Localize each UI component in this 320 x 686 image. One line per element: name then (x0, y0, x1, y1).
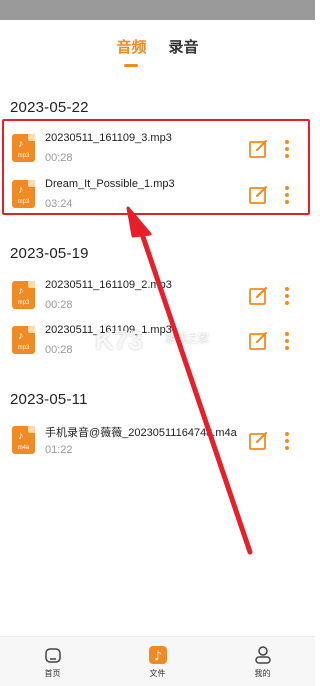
more-vert-icon[interactable] (282, 285, 292, 307)
list-item[interactable]: ♪ mp3 20230511_161109_1.mp3 00:28 (0, 318, 315, 370)
edit-icon[interactable] (249, 431, 268, 450)
nav-label: 首页 (44, 669, 61, 678)
edit-icon[interactable] (249, 286, 268, 305)
watermark-logo: K73 (95, 325, 143, 355)
tab-recording[interactable]: 录音 (169, 36, 199, 67)
user-icon (254, 646, 271, 664)
nav-label: 文件 (149, 669, 166, 678)
nav-label: 我的 (254, 669, 271, 678)
audio-file-icon: ♪ mp3 (12, 326, 35, 354)
home-icon (44, 648, 61, 663)
watermark-text: 游戏之家 (165, 333, 209, 345)
more-vert-icon[interactable] (282, 330, 292, 352)
group-date: 2023-05-11 (10, 391, 88, 408)
file-duration: 01:22 (45, 444, 73, 456)
edit-icon[interactable] (249, 331, 268, 350)
audio-file-icon: ♪ m4a (12, 426, 35, 454)
file-duration: 00:28 (45, 299, 73, 311)
group-date: 2023-05-22 (10, 99, 89, 116)
status-bar (0, 0, 315, 20)
file-duration: 00:28 (45, 344, 73, 356)
group-date: 2023-05-19 (10, 245, 89, 262)
tab-audio[interactable]: 音频 (116, 36, 146, 67)
list-item[interactable]: ♪ m4a 手机录音@薇薇_20230511164748.m4a 01:22 (0, 418, 315, 470)
tab-bar: 音频 录音 (0, 36, 315, 67)
nav-files[interactable]: ♪ 文件 (128, 645, 188, 679)
highlight-box (2, 119, 310, 215)
music-file-icon: ♪ (148, 646, 167, 664)
svg-text:♪: ♪ (154, 649, 162, 663)
audio-file-icon: ♪ mp3 (12, 281, 35, 309)
nav-home[interactable]: 首页 (23, 645, 83, 679)
more-vert-icon[interactable] (282, 430, 292, 452)
bottom-nav: 首页 ♪ 文件 我的 (0, 636, 315, 686)
file-name: 手机录音@薇薇_20230511164748.m4a (45, 427, 237, 439)
nav-profile[interactable]: 我的 (233, 645, 293, 679)
file-name: 20230511_161109_2.mp3 (45, 279, 172, 291)
